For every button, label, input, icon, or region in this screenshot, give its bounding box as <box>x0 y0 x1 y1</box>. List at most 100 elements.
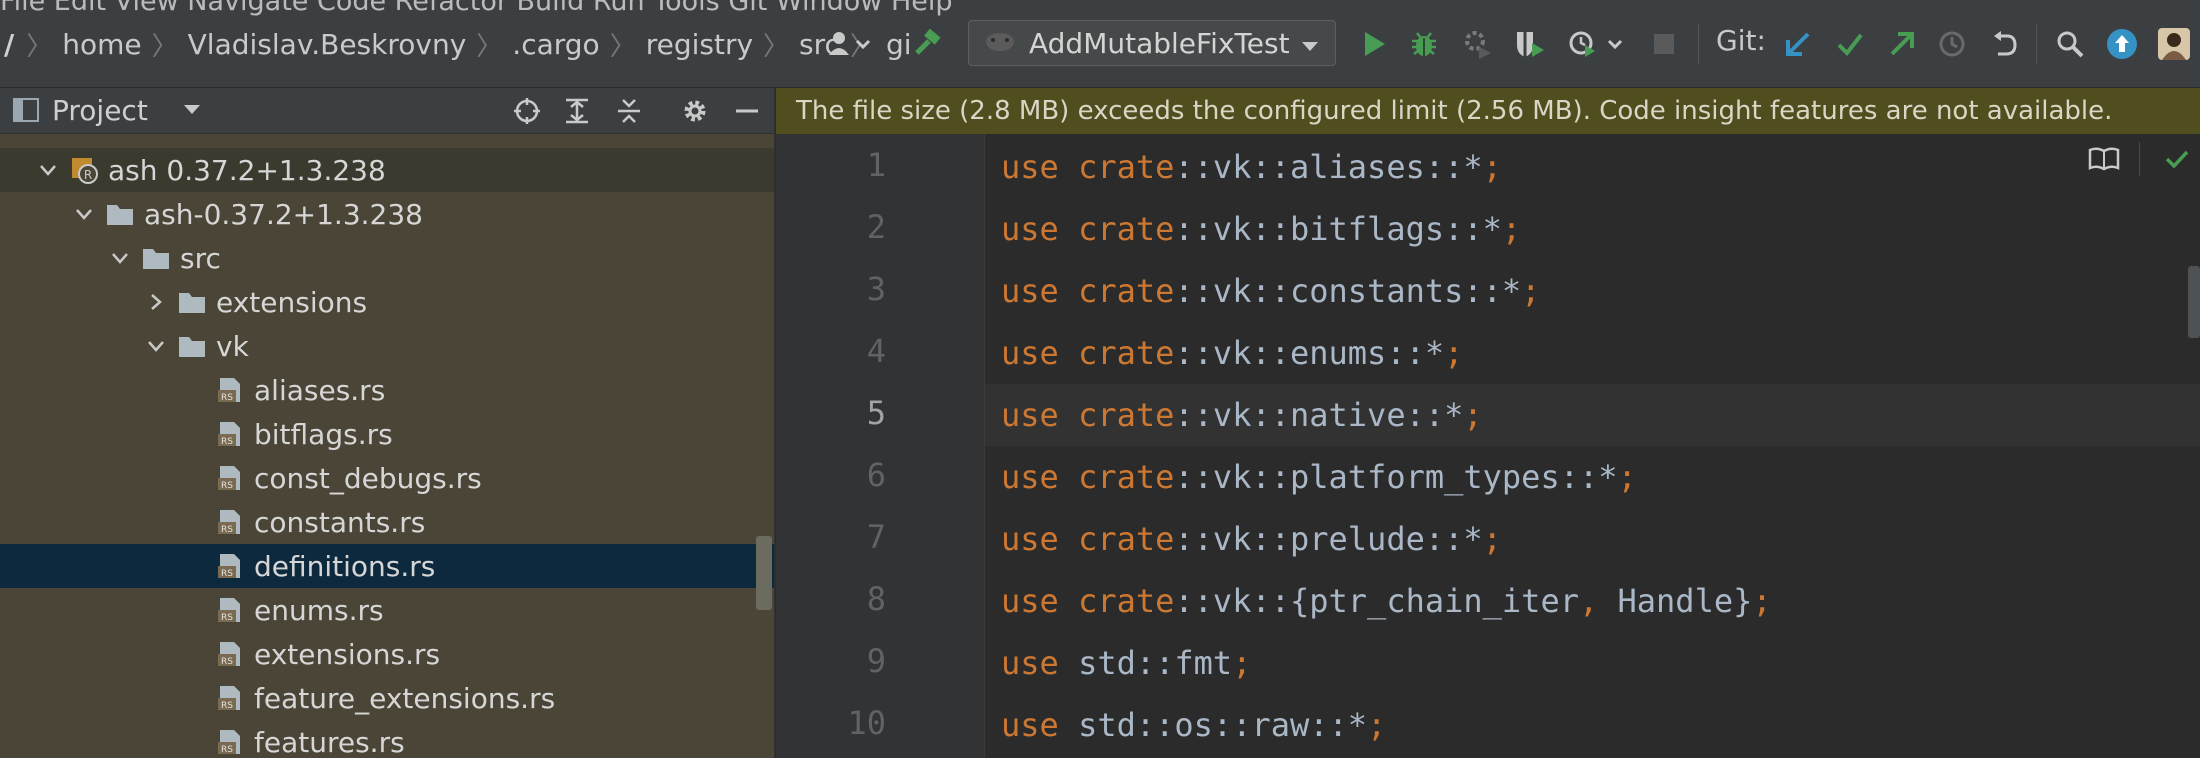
breadcrumb-item[interactable]: .cargo <box>512 28 599 61</box>
run-with-icon[interactable] <box>1562 22 1632 66</box>
locate-file-icon[interactable] <box>510 94 544 128</box>
editor-scrollbar-thumb[interactable] <box>2188 266 2200 338</box>
rust-file-icon: RS <box>216 552 244 580</box>
code-token: :: <box>1251 334 1290 372</box>
chevron-down-icon[interactable] <box>182 102 202 121</box>
avatar[interactable] <box>2152 22 2196 66</box>
code-token: use <box>1001 458 1059 496</box>
rollback-icon[interactable] <box>1982 22 2026 66</box>
code-line[interactable]: use crate:: vk:: native:: *; <box>985 384 2200 446</box>
code-token: use <box>1001 334 1059 372</box>
run-configuration-label: AddMutableFixTest <box>1029 26 1290 60</box>
tree-item-file[interactable]: RS features.rs <box>0 720 774 758</box>
user-icon[interactable] <box>822 22 882 66</box>
git-update-icon[interactable] <box>1776 22 1820 66</box>
git-commit-icon[interactable] <box>1828 22 1872 66</box>
breadcrumb-separator: 〉 <box>763 31 790 62</box>
file-size-warning-banner: The file size (2.8 MB) exceeds the confi… <box>776 88 2200 134</box>
project-scrollbar-thumb[interactable] <box>756 536 772 610</box>
code-token: * <box>1424 334 1445 372</box>
expand-all-icon[interactable] <box>560 94 594 128</box>
code-line[interactable]: use crate:: vk:: enums:: *; <box>985 322 2200 384</box>
search-icon[interactable] <box>2048 22 2092 66</box>
rust-file-icon: RS <box>216 464 244 492</box>
menu-bar[interactable]: File Edit View Navigate Code Refactor Bu… <box>0 0 953 17</box>
code-token: ; <box>1501 210 1522 248</box>
code-token: enums <box>1289 334 1387 372</box>
line-number-gutter[interactable]: 1 2 3 4 5 6 7 8 9 10 <box>776 134 985 758</box>
code-token: raw <box>1251 706 1310 744</box>
code-token: ; <box>1482 148 1502 186</box>
tree-item-folder[interactable]: src <box>0 236 774 280</box>
coverage-icon[interactable] <box>1508 22 1552 66</box>
tree-item-label: feature_extensions.rs <box>254 681 556 715</box>
chevron-down-icon[interactable] <box>34 156 62 184</box>
tree-item-label: bitflags.rs <box>254 417 393 451</box>
code-editor[interactable]: The file size (2.8 MB) exceeds the confi… <box>776 88 2200 758</box>
code-token: :: <box>1251 458 1290 496</box>
history-icon[interactable] <box>1930 22 1974 66</box>
code-line[interactable]: use crate:: vk:: constants:: *; <box>985 260 2200 322</box>
collapse-all-icon[interactable] <box>612 94 646 128</box>
code-token: * <box>1463 148 1483 186</box>
git-push-icon[interactable] <box>1880 22 1924 66</box>
tree-item-label: ash 0.37.2+1.3.238 <box>108 153 386 187</box>
stop-icon[interactable] <box>1642 22 1686 66</box>
breadcrumb-item[interactable]: registry <box>646 28 753 61</box>
code-line[interactable]: use std:: fmt; <box>985 632 2200 694</box>
svg-text:RS: RS <box>221 745 233 755</box>
chevron-down-icon[interactable] <box>70 200 98 228</box>
breadcrumb-root[interactable]: / <box>4 28 14 61</box>
reader-mode-icon[interactable] <box>2088 146 2120 176</box>
tree-item-folder[interactable]: vk <box>0 324 774 368</box>
tree-item-label: aliases.rs <box>254 373 386 407</box>
code-token: :: <box>1424 520 1464 558</box>
no-problems-check-icon[interactable] <box>2164 146 2190 176</box>
code-token: use <box>1001 148 1059 186</box>
toolbar-separator <box>2036 24 2037 64</box>
tree-item-folder[interactable]: extensions <box>0 280 774 324</box>
svg-text:RS: RS <box>221 393 233 403</box>
breadcrumb-item[interactable]: home <box>62 28 141 61</box>
tree-item-file[interactable]: RS extensions.rs <box>0 632 774 676</box>
code-line[interactable]: use std:: os:: raw:: *; <box>985 694 2200 756</box>
run-configuration-select[interactable]: AddMutableFixTest <box>968 20 1336 66</box>
line-number: 10 <box>847 704 886 742</box>
breadcrumb-item[interactable]: Vladislav.Beskrovny <box>188 28 467 61</box>
tree-item-file[interactable]: RS const_debugs.rs <box>0 456 774 500</box>
chevron-right-icon[interactable] <box>142 288 170 316</box>
tree-item-file[interactable]: RS feature_extensions.rs <box>0 676 774 720</box>
code-line[interactable]: use crate:: vk:: {ptr_chain_iter, Handle}; <box>985 570 2200 632</box>
tree-item-file[interactable]: RS constants.rs <box>0 500 774 544</box>
code-token: crate <box>1078 582 1175 620</box>
run-icon[interactable] <box>1352 22 1396 66</box>
code-line[interactable]: use crate:: vk:: platform_types:: *; <box>985 446 2200 508</box>
code-line[interactable]: use crate:: vk:: bitflags:: *; <box>985 198 2200 260</box>
widget-separator <box>2139 142 2140 176</box>
chevron-down-icon[interactable] <box>106 244 134 272</box>
update-icon[interactable] <box>2100 22 2144 66</box>
build-hammer-icon[interactable] <box>906 22 950 66</box>
chevron-down-icon[interactable] <box>142 332 170 360</box>
code-line[interactable]: use crate:: vk:: prelude:: *; <box>985 508 2200 570</box>
project-panel-title[interactable]: Project <box>52 94 148 127</box>
profile-icon[interactable] <box>1456 22 1500 66</box>
tree-item-crate[interactable]: R ash 0.37.2+1.3.238 <box>0 148 774 192</box>
line-number: 2 <box>866 208 886 246</box>
tree-item-file-selected[interactable]: RS definitions.rs <box>0 544 774 588</box>
gear-icon[interactable] <box>678 94 712 128</box>
code-token: use <box>1001 210 1059 248</box>
tree-item-folder[interactable]: ash-0.37.2+1.3.238 <box>0 192 774 236</box>
tree-item-file[interactable]: RS aliases.rs <box>0 368 774 412</box>
tree-item-file[interactable]: RS enums.rs <box>0 588 774 632</box>
code-token: crate <box>1078 520 1175 558</box>
minimize-icon[interactable] <box>730 94 764 128</box>
code-line[interactable]: use crate:: vk:: aliases:: *; <box>985 136 2200 198</box>
tree-item-file[interactable]: RS bitflags.rs <box>0 412 774 456</box>
code-token: :: <box>1559 458 1599 496</box>
code-token: prelude <box>1289 520 1425 558</box>
project-tool-window: Project R ash 0.37.2+1.3.238 ash-0.37.2+… <box>0 88 775 758</box>
debug-icon[interactable] <box>1402 22 1446 66</box>
